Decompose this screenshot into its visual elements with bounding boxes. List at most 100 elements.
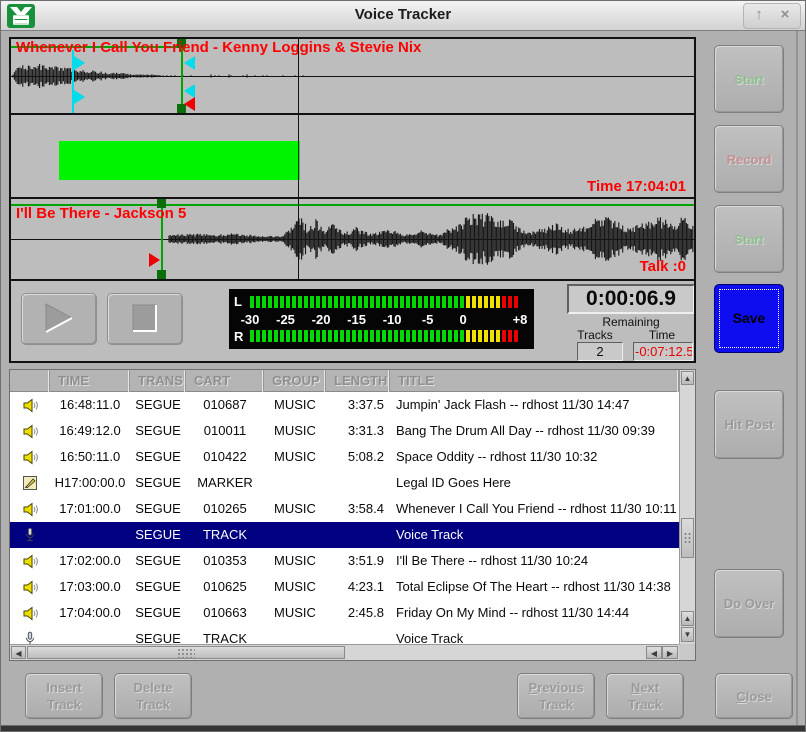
play-button[interactable] xyxy=(21,293,97,345)
column-header-cart[interactable]: CART xyxy=(186,370,264,392)
meter-scale-tick: -10 xyxy=(383,312,402,327)
start-button[interactable]: Start xyxy=(714,205,784,273)
track2-title: I'll Be There - Jackson 5 xyxy=(16,205,186,222)
column-header-length[interactable]: LENGTH xyxy=(326,370,390,392)
log-row[interactable]: 16:48:11.0SEGUE010687MUSIC3:37.5Jumpin' … xyxy=(10,392,679,418)
track2-edit-handle-bottom[interactable] xyxy=(157,270,166,279)
meter-segment-g xyxy=(340,330,344,342)
meter-segment-g xyxy=(280,330,284,342)
column-header-title[interactable]: TITLE xyxy=(390,370,679,392)
meter-segment-g xyxy=(358,296,362,308)
column-header-icon[interactable] xyxy=(10,370,50,392)
save-button[interactable]: Save xyxy=(714,284,784,353)
meter-segment-g xyxy=(316,330,320,342)
cell-title: Total Eclipse Of The Heart -- rdhost 11/… xyxy=(390,574,679,600)
log-row[interactable]: 17:01:00.0SEGUE010265MUSIC3:58.4Whenever… xyxy=(10,496,679,522)
meter-segment-g xyxy=(400,330,404,342)
column-header-trans[interactable]: TRANS xyxy=(130,370,186,392)
mic-icon xyxy=(10,626,50,644)
titlebar[interactable]: Voice Tracker ↑ × xyxy=(1,1,805,31)
scroll-left2-icon[interactable]: ◀ xyxy=(646,646,662,659)
cell-group: MUSIC xyxy=(264,600,326,626)
scroll-left-icon[interactable]: ◀ xyxy=(11,646,26,659)
vertical-scrollbar[interactable]: ▲ ▲ ▼ xyxy=(679,370,695,644)
track1-end-handle[interactable] xyxy=(184,97,195,111)
start-button[interactable]: Start xyxy=(714,45,784,113)
log-row[interactable]: 17:03:00.0SEGUE010625MUSIC4:23.1Total Ec… xyxy=(10,574,679,600)
log-row[interactable]: SEGUETRACKVoice Track xyxy=(10,626,679,644)
log-row[interactable]: 17:04:00.0SEGUE010663MUSIC2:45.8Friday O… xyxy=(10,600,679,626)
meter-scale-tick: -15 xyxy=(347,312,366,327)
cell-trans: SEGUE xyxy=(130,600,186,626)
meter-segment-g xyxy=(310,296,314,308)
cell-title: I'll Be There -- rdhost 11/30 10:24 xyxy=(390,548,679,574)
meter-scale-tick: -25 xyxy=(276,312,295,327)
cell-title: Legal ID Goes Here xyxy=(390,470,679,496)
meter-segment-g xyxy=(274,296,278,308)
cell-cart: 010265 xyxy=(186,496,264,522)
log-row[interactable]: 17:02:00.0SEGUE010353MUSIC3:51.9I'll Be … xyxy=(10,548,679,574)
segue-marker-handle-bottom[interactable] xyxy=(74,90,85,104)
cell-cart: MARKER xyxy=(186,470,264,496)
horizontal-scrollbar[interactable]: ◀ ◀ ▶ xyxy=(10,644,679,660)
cell-group: MUSIC xyxy=(264,392,326,418)
close-window-button[interactable]: × xyxy=(773,5,797,25)
meter-scale-tick: -5 xyxy=(422,312,434,327)
stop-button[interactable] xyxy=(107,293,183,345)
log-table-body: 16:48:11.0SEGUE010687MUSIC3:37.5Jumpin' … xyxy=(10,392,679,644)
delete-track-button[interactable]: DeleteTrack xyxy=(114,673,192,719)
previous-track-button[interactable]: PreviousTrack xyxy=(517,673,595,719)
scroll-up2-icon[interactable]: ▲ xyxy=(681,611,694,626)
meter-segment-g xyxy=(382,296,386,308)
meter-segment-g xyxy=(352,330,356,342)
cell-time: 17:03:00.0 xyxy=(50,574,130,600)
window-title: Voice Tracker xyxy=(1,6,805,23)
speaker-icon xyxy=(10,418,50,444)
voice-track-panel[interactable]: Time 17:04:01 xyxy=(11,115,694,199)
log-row-selected[interactable]: SEGUETRACKVoice Track xyxy=(10,522,679,548)
cell-length xyxy=(326,626,390,644)
window-frame-bottom xyxy=(1,725,805,731)
log-row[interactable]: H17:00:00.0SEGUEMARKERLegal ID Goes Here xyxy=(10,470,679,496)
cell-group: MUSIC xyxy=(264,574,326,600)
cell-time: 16:49:12.0 xyxy=(50,418,130,444)
track1-cue-handle-top[interactable] xyxy=(184,56,195,70)
column-header-time[interactable]: TIME xyxy=(50,370,130,392)
meter-segment-g xyxy=(418,330,422,342)
scroll-right-icon[interactable]: ▶ xyxy=(662,646,678,659)
meter-segment-g xyxy=(460,296,464,308)
segue-marker-handle-top[interactable] xyxy=(74,56,85,70)
track1-title: Whenever I Call You Friend - Kenny Loggi… xyxy=(16,39,421,56)
close-button[interactable]: Close xyxy=(715,673,793,719)
meter-segment-g xyxy=(328,296,332,308)
meter-segment-g xyxy=(358,330,362,342)
transport-bar: L -30-25-20-15-10-50+8 R 0:00:06.9 Remai… xyxy=(11,281,694,361)
meter-segment-g xyxy=(334,330,338,342)
cell-time: 17:04:00.0 xyxy=(50,600,130,626)
column-header-group[interactable]: GROUP xyxy=(264,370,326,392)
track2-start-handle[interactable] xyxy=(149,253,160,267)
scroll-up-icon[interactable]: ▲ xyxy=(681,371,694,385)
hit-post-button[interactable]: Hit Post xyxy=(714,390,784,459)
track1-panel[interactable]: Whenever I Call You Friend - Kenny Loggi… xyxy=(11,39,694,115)
log-row[interactable]: 16:49:12.0SEGUE010011MUSIC3:31.3Bang The… xyxy=(10,418,679,444)
meter-segment-g xyxy=(376,330,380,342)
speaker-icon xyxy=(10,496,50,522)
cell-time xyxy=(50,522,130,548)
time-label: Time 17:04:01 xyxy=(587,178,686,195)
log-row[interactable]: 16:50:11.0SEGUE010422MUSIC5:08.2Space Od… xyxy=(10,444,679,470)
horizontal-scroll-thumb[interactable] xyxy=(27,646,345,659)
voice-track-region[interactable] xyxy=(59,141,300,180)
cell-time: 17:02:00.0 xyxy=(50,548,130,574)
track2-panel[interactable]: I'll Be There - Jackson 5 Talk :0 xyxy=(11,199,694,281)
next-track-button[interactable]: NextTrack xyxy=(606,673,684,719)
meter-segment-r xyxy=(514,296,518,308)
do-over-button[interactable]: Do Over xyxy=(714,569,784,638)
vertical-scroll-thumb[interactable] xyxy=(681,518,694,558)
elapsed-time-display: 0:00:06.9 xyxy=(567,284,694,314)
shade-button[interactable]: ↑ xyxy=(747,5,771,25)
scroll-down-icon[interactable]: ▼ xyxy=(681,627,694,642)
track1-cue-handle-bottom[interactable] xyxy=(184,84,195,98)
insert-track-button[interactable]: InsertTrack xyxy=(25,673,103,719)
record-button[interactable]: Record xyxy=(714,125,784,193)
